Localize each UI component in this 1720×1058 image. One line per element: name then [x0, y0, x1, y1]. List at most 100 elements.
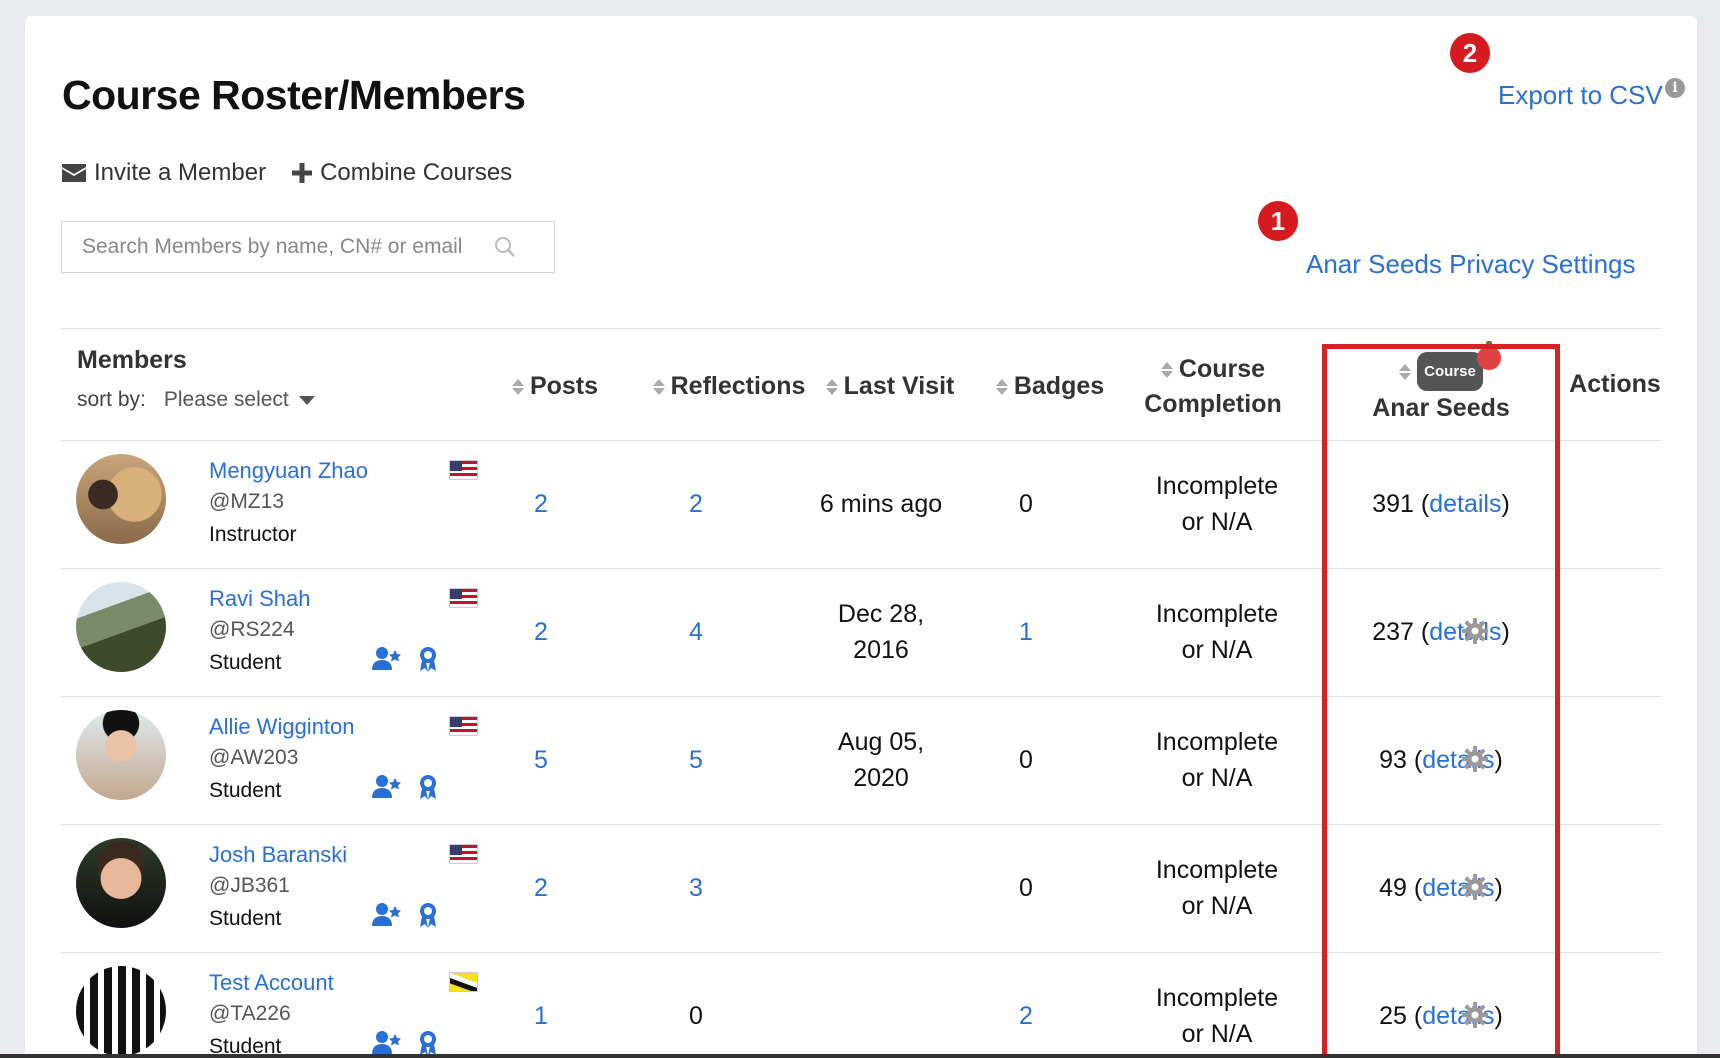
posts-link[interactable]: 1 — [491, 952, 591, 1058]
header-posts-label: Posts — [529, 372, 599, 400]
header-course-completion[interactable]: Course Completion — [1128, 352, 1298, 422]
last-visit-cell: Dec 28, 2016 — [796, 568, 966, 696]
member-name-link[interactable]: Allie Wigginton — [209, 714, 355, 740]
search-icon[interactable] — [494, 236, 516, 258]
chevron-down-icon — [298, 395, 315, 405]
last-visit-line-2: 2016 — [853, 636, 909, 664]
completion-line-2: or N/A — [1181, 508, 1253, 536]
badges-count[interactable]: 1 — [981, 568, 1071, 696]
anar-seeds-cell: 49 (details) — [1322, 824, 1560, 952]
privacy-settings-link[interactable]: Anar Seeds Privacy Settings — [1306, 249, 1636, 280]
last-visit-line-1: Aug 05, — [837, 728, 925, 756]
add-friend-icon[interactable] — [372, 774, 402, 798]
member-name-link[interactable]: Test Account — [209, 970, 334, 996]
anar-seeds-count: 391 — [1372, 490, 1414, 518]
toolbar: Invite a Member Combine Courses — [62, 159, 512, 187]
seeds-details-link[interactable]: details — [1429, 486, 1501, 522]
table-row: Test Account @TA226 Student 1 0 2 Incomp… — [61, 952, 1661, 1058]
last-visit-cell — [796, 952, 966, 1058]
header-last-visit[interactable]: Last Visit — [815, 372, 965, 401]
header-badges[interactable]: Badges — [985, 372, 1115, 401]
avatar[interactable] — [76, 454, 166, 544]
table-row: Allie Wigginton @AW203 Student 5 5 Aug 0… — [61, 696, 1661, 825]
completion-line-1: Incomplete — [1155, 472, 1279, 500]
avatar[interactable] — [76, 966, 166, 1056]
marker-2: 2 — [1450, 33, 1490, 73]
completion-line-2: or N/A — [1181, 1020, 1253, 1048]
completion-line-2: or N/A — [1181, 764, 1253, 792]
header-badges-label: Badges — [1013, 372, 1105, 400]
member-handle: @RS224 — [209, 618, 295, 641]
member-handle: @TA226 — [209, 1002, 291, 1025]
export-csv-link[interactable]: Export to CSV — [1498, 80, 1663, 111]
badges-count: 0 — [1019, 874, 1033, 902]
member-role: Student — [209, 779, 282, 802]
gear-icon[interactable] — [1462, 1002, 1488, 1028]
gear-icon[interactable] — [1462, 874, 1488, 900]
table-row: Mengyuan Zhao @MZ13 Instructor 2 2 6 min… — [61, 440, 1661, 569]
search-box — [61, 221, 555, 273]
anar-seeds-count: 93 — [1379, 746, 1407, 774]
award-ribbon-icon[interactable] — [418, 902, 438, 928]
sort-select[interactable]: Please select — [164, 388, 315, 412]
header-posts[interactable]: Posts — [500, 372, 610, 401]
gear-icon[interactable] — [1462, 746, 1488, 772]
us-flag-icon — [449, 588, 478, 608]
member-name-link[interactable]: Josh Baranski — [209, 842, 347, 868]
avatar[interactable] — [76, 710, 166, 800]
member-name-link[interactable]: Ravi Shah — [209, 586, 311, 612]
combine-courses-label: Combine Courses — [320, 159, 513, 186]
header-reflections[interactable]: Reflections — [639, 372, 819, 401]
header-anar-seeds-label: Anar Seeds — [1372, 394, 1510, 422]
search-input[interactable] — [80, 234, 494, 260]
invite-member-button[interactable]: Invite a Member — [62, 159, 266, 187]
reflections-link[interactable]: 3 — [631, 824, 761, 952]
roster-page: Course Roster/Members Invite a Member Co… — [25, 16, 1697, 1058]
last-visit-cell — [796, 824, 966, 952]
completion-cell: Incomplete or N/A — [1133, 824, 1301, 952]
reflections-link[interactable]: 5 — [631, 696, 761, 824]
gear-icon[interactable] — [1462, 618, 1488, 644]
posts-link[interactable]: 5 — [491, 696, 591, 824]
award-ribbon-icon[interactable] — [418, 646, 438, 672]
last-visit-value: 6 mins ago — [819, 490, 943, 518]
avatar[interactable] — [76, 838, 166, 928]
award-ribbon-icon[interactable] — [418, 1030, 438, 1056]
table-row: Ravi Shah @RS224 Student 2 4 Dec 28, 2016… — [61, 568, 1661, 697]
last-visit-line-1: Dec 28, — [837, 600, 925, 628]
posts-link[interactable]: 2 — [491, 824, 591, 952]
award-ribbon-icon[interactable] — [418, 774, 438, 800]
brunei-flag-icon — [449, 972, 478, 992]
add-friend-icon[interactable] — [372, 1030, 402, 1054]
completion-line-1: Incomplete — [1155, 728, 1279, 756]
completion-cell: Incomplete or N/A — [1133, 696, 1301, 824]
member-name-link[interactable]: Mengyuan Zhao — [209, 458, 368, 484]
info-icon[interactable]: i — [1665, 78, 1685, 98]
table-row: Josh Baranski @JB361 Student 2 3 0 Incom… — [61, 824, 1661, 953]
header-anar-seeds[interactable]: Course Anar Seeds — [1322, 341, 1560, 426]
course-tag-label: Course — [1424, 363, 1476, 380]
plus-icon — [292, 163, 313, 183]
member-handle: @JB361 — [209, 874, 290, 897]
sort-by-label: sort by: — [77, 388, 146, 411]
posts-link[interactable]: 2 — [491, 568, 591, 696]
add-friend-icon[interactable] — [372, 646, 402, 670]
avatar[interactable] — [76, 582, 166, 672]
table-top-divider — [61, 328, 1661, 329]
completion-cell: Incomplete or N/A — [1133, 440, 1301, 568]
sort-icon — [1399, 363, 1412, 380]
reflections-link[interactable]: 4 — [631, 568, 761, 696]
sort-select-value: Please select — [163, 388, 289, 411]
pomegranate-icon — [1476, 341, 1501, 370]
marker-1: 1 — [1258, 201, 1298, 241]
add-friend-icon[interactable] — [372, 902, 402, 926]
posts-link[interactable]: 2 — [491, 440, 591, 568]
completion-cell: Incomplete or N/A — [1133, 952, 1301, 1058]
completion-line-2: or N/A — [1181, 636, 1253, 664]
combine-courses-button[interactable]: Combine Courses — [292, 159, 512, 187]
badges-count[interactable]: 2 — [981, 952, 1071, 1058]
reflections-link[interactable]: 2 — [631, 440, 761, 568]
last-visit-line-2: 2020 — [853, 764, 909, 792]
completion-line-1: Incomplete — [1155, 856, 1279, 884]
anar-seeds-cell: 25 (details) — [1322, 952, 1560, 1058]
